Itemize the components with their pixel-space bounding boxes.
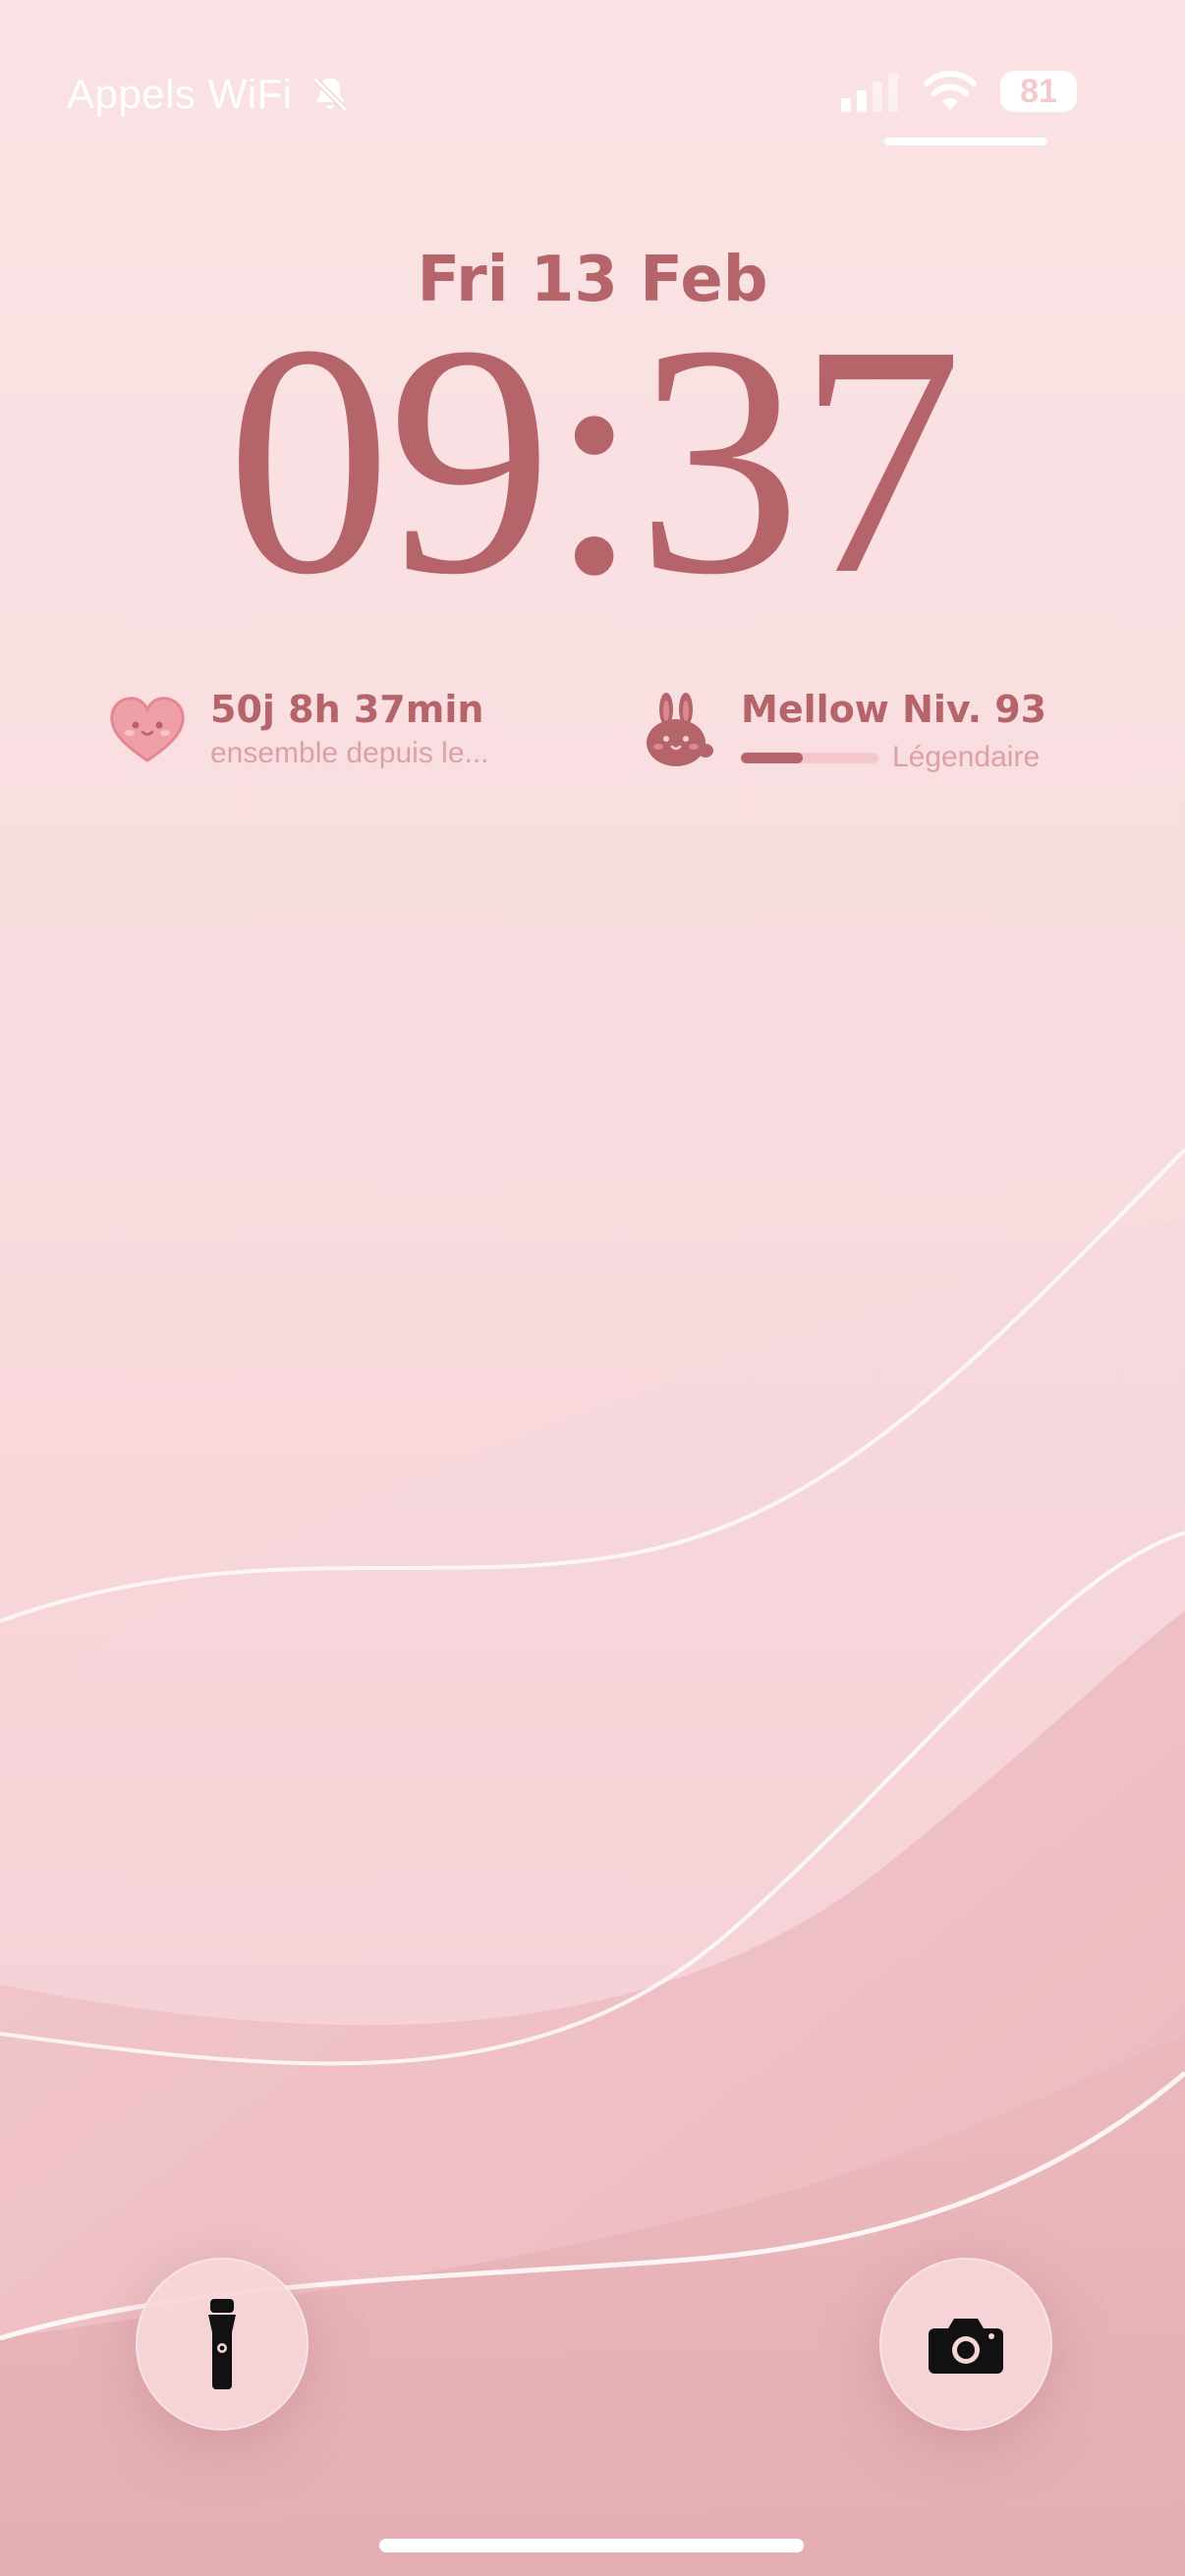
- battery-indicator: 81: [1000, 71, 1077, 112]
- relationship-subtitle: ensemble depuis le...: [210, 737, 489, 769]
- bell-slash-icon: [311, 76, 349, 113]
- pet-progress-bar: [741, 752, 878, 763]
- status-bar-left: Appels WiFi: [67, 71, 352, 118]
- pet-progress-fill: [741, 752, 803, 763]
- pet-level-title: Mellow Niv. 93: [741, 688, 1047, 731]
- battery-level: 81: [1020, 72, 1057, 110]
- bunny-icon: [647, 693, 713, 766]
- pet-rank-label: Légendaire: [892, 741, 1041, 773]
- camera-icon: [929, 2319, 1003, 2374]
- flashlight-icon: [208, 2299, 236, 2389]
- cellular-signal-icon: [841, 73, 898, 112]
- carrier-label: Appels WiFi: [67, 71, 293, 117]
- pet-level-widget[interactable]: Mellow Niv. 93 Légendaire: [637, 688, 1046, 774]
- heart-face-icon: [110, 697, 185, 762]
- status-focus-underline: [884, 138, 1047, 145]
- flashlight-button[interactable]: [136, 2258, 309, 2431]
- relationship-duration: 50j 8h 37min: [210, 688, 484, 731]
- pet-progress-row: Légendaire: [741, 741, 1046, 774]
- home-indicator[interactable]: [379, 2539, 804, 2552]
- camera-button[interactable]: [879, 2258, 1052, 2431]
- wifi-icon: [924, 71, 977, 110]
- lock-time[interactable]: 09:37: [0, 295, 1185, 625]
- relationship-widget[interactable]: 50j 8h 37min ensemble depuis le...: [106, 688, 489, 770]
- status-bar-right: 81: [839, 71, 1077, 112]
